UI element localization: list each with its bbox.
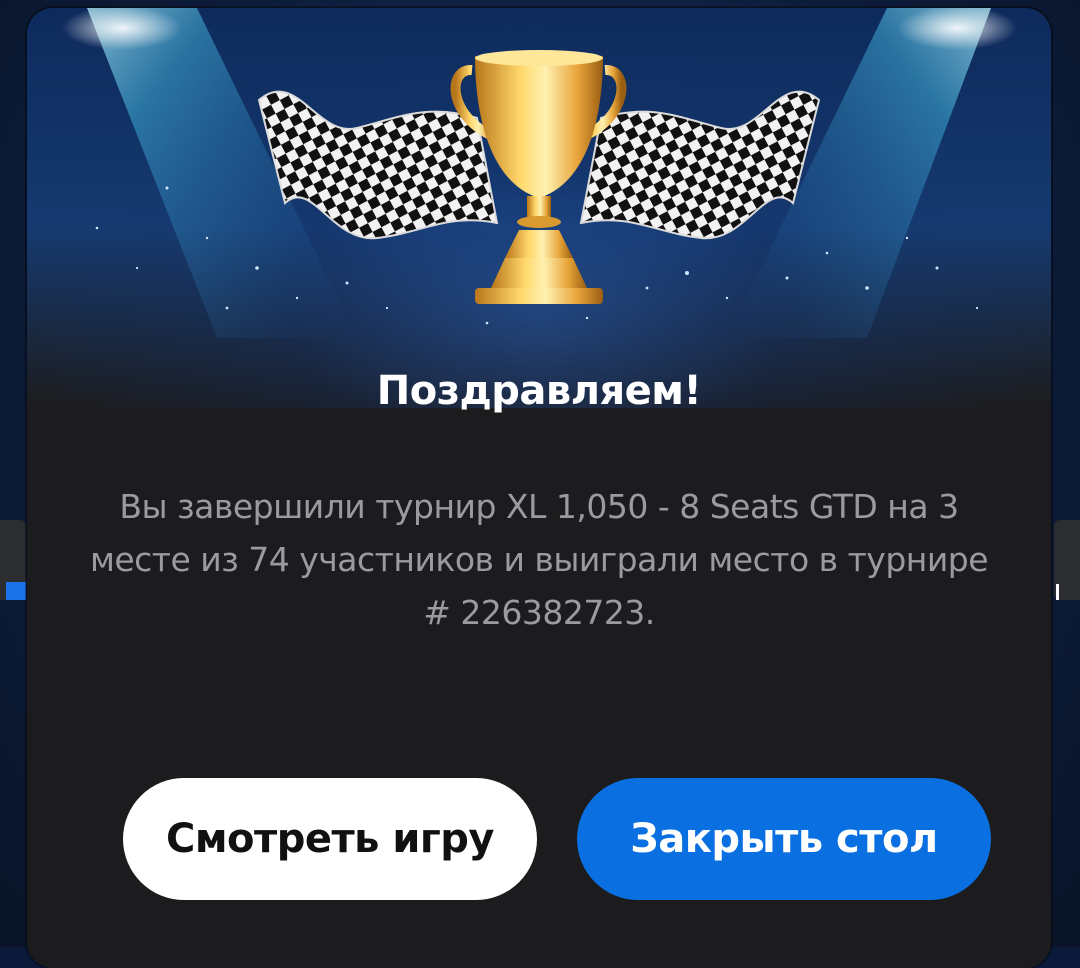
close-table-button[interactable]: Закрыть стол bbox=[577, 778, 991, 900]
side-tab-left bbox=[0, 520, 26, 600]
congratulations-dialog: Поздравляем! Вы завершили турнир XL 1,05… bbox=[27, 8, 1051, 968]
result-message: Вы завершили турнир XL 1,050 - 8 Seats G… bbox=[89, 487, 989, 632]
hero-banner bbox=[27, 8, 1051, 408]
side-tab-right bbox=[1054, 520, 1080, 600]
dialog-title: Поздравляем! bbox=[376, 368, 702, 414]
watch-game-button[interactable]: Смотреть игру bbox=[123, 778, 537, 900]
